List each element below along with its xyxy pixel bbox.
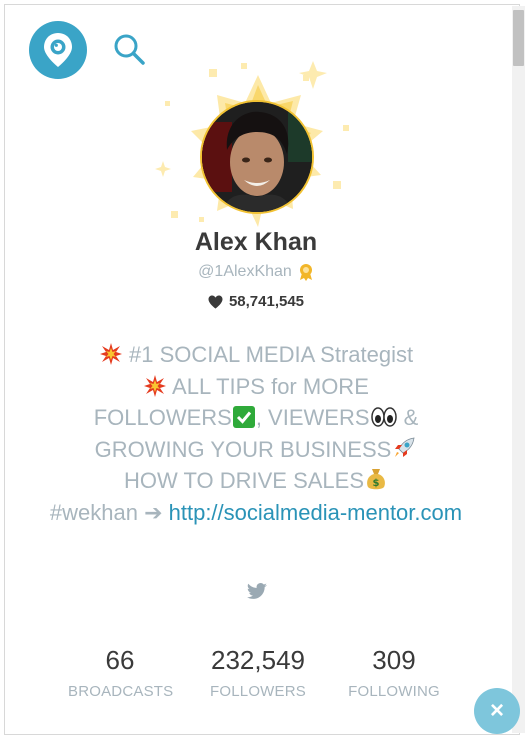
bio-line-3: FOLLOWERS , VIEWERS & xyxy=(45,402,467,434)
bio-line-1: #1 SOCIAL MEDIA Strategist xyxy=(45,339,467,371)
search-icon xyxy=(114,34,145,65)
eyes-icon xyxy=(370,407,397,427)
bio-hashtag: #wekhan ➔ xyxy=(49,499,169,525)
profile-handle: @1AlexKhan xyxy=(198,263,292,280)
stat-followers[interactable]: 232,549 FOLLOWERS xyxy=(172,645,344,700)
stat-following[interactable]: 309 FOLLOWING xyxy=(344,645,444,700)
avatar[interactable] xyxy=(200,100,314,214)
bio-website-link[interactable]: http://socialmedia-mentor.com xyxy=(169,500,462,525)
bio-line-6: #wekhan ➔ http://socialmedia-mentor.com xyxy=(45,497,467,529)
stat-broadcasts[interactable]: 66 BROADCASTS xyxy=(68,645,174,700)
rocket-icon xyxy=(395,437,415,457)
profile-stats: 66 BROADCASTS 232,549 FOLLOWERS 309 FOLL… xyxy=(5,645,507,700)
stat-value: 309 xyxy=(372,645,416,675)
money-bag-icon: $ xyxy=(367,469,385,490)
periscope-pin-icon xyxy=(44,33,72,67)
profile-page: Alex Khan @1AlexKhan 58,741,545 #1 SOCIA… xyxy=(4,4,520,735)
bio-text-3a: FOLLOWERS xyxy=(93,405,232,430)
twitter-icon xyxy=(246,583,267,599)
collision-icon xyxy=(144,374,167,397)
scrollbar[interactable] xyxy=(512,6,525,733)
bio-text-3c: & xyxy=(397,405,419,430)
profile-bio: #1 SOCIAL MEDIA Strategist ALL TIPS for … xyxy=(45,339,467,528)
stat-label: FOLLOWING xyxy=(348,683,440,700)
stat-label: FOLLOWERS xyxy=(210,683,306,700)
bio-text-5: HOW TO DRIVE SALES xyxy=(123,468,365,493)
hearts-row: 58,741,545 xyxy=(5,293,507,310)
bio-text-2: ALL TIPS for MORE xyxy=(172,373,369,399)
bio-line-2: ALL TIPS for MORE xyxy=(45,371,467,403)
check-mark-icon xyxy=(232,406,255,428)
close-button[interactable]: × xyxy=(474,688,520,734)
profile-name: Alex Khan xyxy=(194,228,318,256)
scrollbar-thumb[interactable] xyxy=(513,10,524,66)
bio-text-4: GROWING YOUR BUSINESS xyxy=(94,436,392,462)
hearts-count: 58,741,545 xyxy=(228,293,305,310)
stat-label: BROADCASTS xyxy=(68,683,174,700)
stat-value: 232,549 xyxy=(211,645,305,675)
bio-line-5: HOW TO DRIVE SALES $ xyxy=(45,465,467,497)
stat-value: 66 xyxy=(105,645,135,675)
svg-text:$: $ xyxy=(373,478,380,489)
bio-text-1: #1 SOCIAL MEDIA Strategist xyxy=(129,342,414,367)
heart-icon xyxy=(208,295,223,308)
twitter-link[interactable] xyxy=(246,583,268,601)
bio-line-4: GROWING YOUR BUSINESS xyxy=(45,434,467,466)
periscope-logo-button[interactable] xyxy=(29,21,87,79)
collision-icon xyxy=(99,343,122,365)
close-icon: × xyxy=(489,697,504,724)
bio-text-3b: , VIEWERS xyxy=(255,405,370,430)
award-badge-icon xyxy=(299,264,312,281)
handle-row: @1AlexKhan xyxy=(5,263,507,281)
